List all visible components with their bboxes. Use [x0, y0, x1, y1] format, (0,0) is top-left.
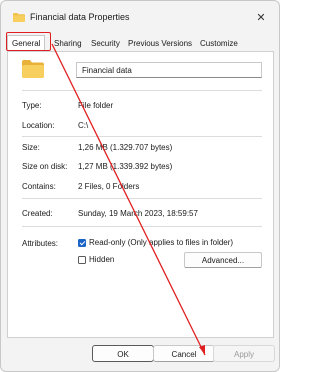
contains-label: Contains: [22, 182, 56, 191]
tab-customize[interactable]: Customize [200, 37, 238, 50]
close-icon: ✕ [256, 11, 266, 24]
properties-window: Financial data Properties ✕ General Shar… [0, 0, 280, 372]
size-label: Size: [22, 143, 40, 152]
advanced-button[interactable]: Advanced... [184, 252, 262, 268]
ok-button[interactable]: OK [92, 345, 154, 362]
apply-button[interactable]: Apply [213, 345, 275, 362]
tab-strip: General Sharing Security Previous Versio… [7, 35, 273, 52]
divider [22, 136, 262, 137]
tab-security[interactable]: Security [91, 37, 120, 50]
general-panel: Financial data Type: File folder Locatio… [7, 51, 274, 338]
folder-icon [13, 13, 25, 22]
size-value: 1,26 MB (1.329.707 bytes) [78, 143, 173, 152]
tab-previous-versions[interactable]: Previous Versions [128, 37, 192, 50]
tab-sharing[interactable]: Sharing [54, 37, 82, 50]
location-label: Location: [22, 121, 55, 130]
created-value: Sunday, 19 March 2023, 18:59:57 [78, 209, 198, 218]
close-button[interactable]: ✕ [249, 7, 273, 27]
hidden-label: Hidden [89, 255, 115, 264]
title-bar: Financial data Properties ✕ [1, 1, 279, 29]
type-label: Type: [22, 101, 42, 110]
size-on-disk-label: Size on disk: [22, 162, 68, 171]
divider [22, 90, 262, 91]
window-title: Financial data Properties [30, 12, 130, 22]
size-on-disk-value: 1,27 MB (1.339.392 bytes) [78, 162, 173, 171]
folder-icon [22, 60, 44, 78]
divider [22, 226, 262, 227]
hidden-checkbox[interactable] [78, 256, 86, 264]
attributes-label: Attributes: [22, 239, 59, 248]
contains-value: 2 Files, 0 Folders [78, 182, 140, 191]
readonly-checkbox[interactable] [78, 239, 86, 247]
cancel-button[interactable]: Cancel [153, 345, 215, 362]
divider [22, 198, 262, 199]
tab-general[interactable]: General [7, 35, 46, 52]
created-label: Created: [22, 209, 53, 218]
type-value: File folder [78, 101, 114, 110]
folder-name-input[interactable]: Financial data [76, 62, 262, 78]
location-value: C:\ [78, 121, 89, 130]
readonly-label: Read-only (Only applies to files in fold… [89, 238, 234, 247]
